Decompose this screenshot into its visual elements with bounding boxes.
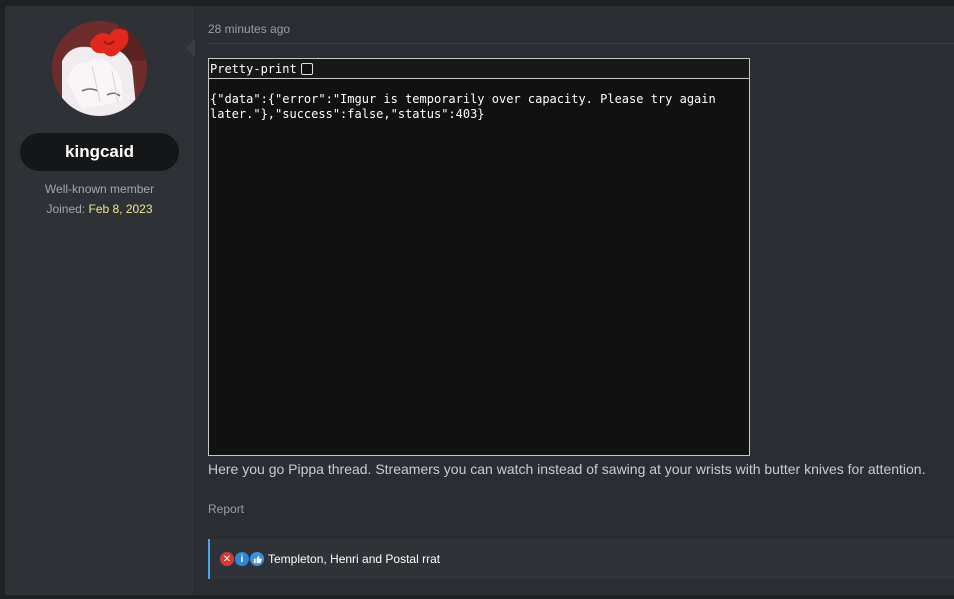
username[interactable]: kingcaid [20, 133, 179, 171]
pretty-print-checkbox[interactable] [300, 62, 313, 75]
pretty-print-label: Pretty-print [210, 61, 297, 76]
joined-date: Feb 8, 2023 [88, 202, 153, 216]
viewer-toolbar: Pretty-print [209, 59, 749, 79]
reaction-names[interactable]: Templeton, Henri and Postal rrat [268, 552, 440, 566]
joined-info: Joined: Feb 8, 2023 [5, 202, 194, 216]
forum-post: kingcaid Well-known member Joined: Feb 8… [5, 6, 954, 595]
post-arrow [186, 39, 195, 57]
json-response-text: {"data":{"error":"Imgur is temporarily o… [210, 92, 716, 121]
avatar[interactable] [52, 21, 147, 116]
avatar-image [52, 21, 147, 116]
x-reaction-icon: ✕ [220, 552, 234, 566]
reactions-bar[interactable]: ✕ i Templeton, Henri and Postal rrat [208, 539, 954, 579]
post-timestamp[interactable]: 28 minutes ago [208, 22, 290, 36]
user-title: Well-known member [44, 182, 155, 196]
post-content: 28 minutes ago Pretty-print {"data":{"er… [195, 6, 954, 595]
like-reaction-icon [250, 552, 264, 566]
report-link[interactable]: Report [208, 502, 244, 516]
user-sidebar: kingcaid Well-known member Joined: Feb 8… [5, 6, 195, 595]
header-divider [208, 43, 954, 44]
post-body: Here you go Pippa thread. Streamers you … [208, 461, 926, 477]
embedded-json-viewer: Pretty-print {"data":{"error":"Imgur is … [208, 58, 750, 456]
info-reaction-icon: i [235, 552, 249, 566]
joined-label: Joined: [46, 202, 86, 216]
